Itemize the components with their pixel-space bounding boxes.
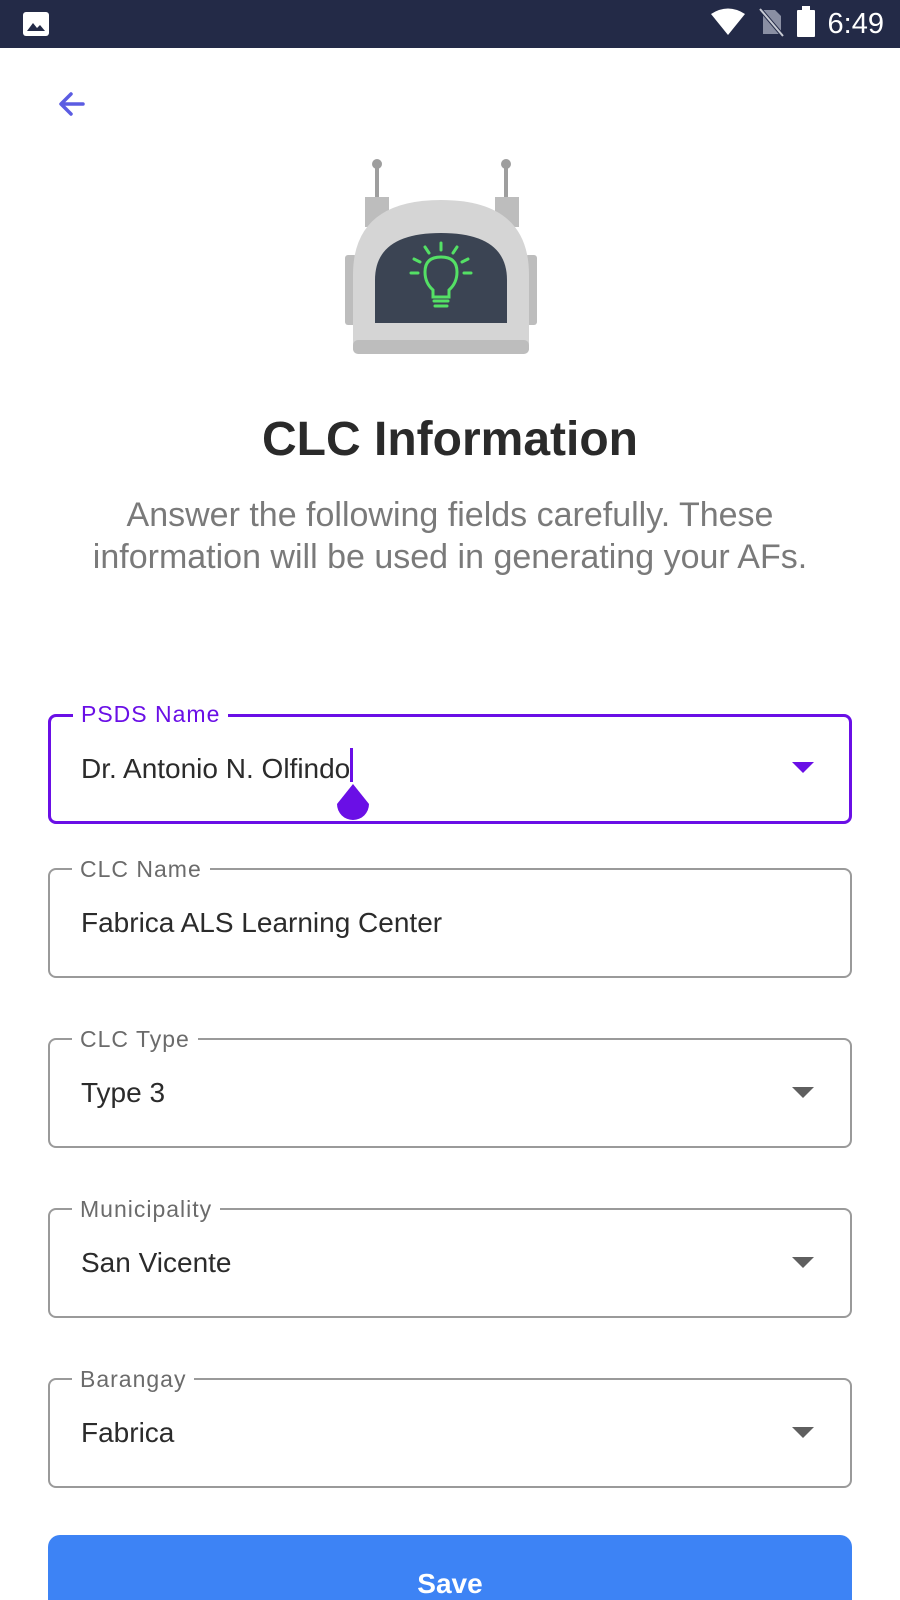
text-cursor-handle-icon[interactable]	[333, 784, 373, 824]
municipality-dropdown[interactable]: Municipality San Vicente	[48, 1197, 852, 1318]
chevron-down-icon[interactable]	[792, 1087, 814, 1098]
clc-name-field[interactable]: CLC Name Fabrica ALS Learning Center	[48, 857, 852, 978]
gallery-icon	[22, 11, 50, 42]
wifi-icon	[710, 7, 746, 42]
psds-name-value: Dr. Antonio N. Olfindo	[81, 753, 351, 784]
clc-type-value: Type 3	[81, 1077, 166, 1108]
save-button[interactable]: Save	[48, 1535, 852, 1600]
back-button[interactable]	[50, 84, 94, 128]
psds-name-dropdown[interactable]: PSDS Name Dr. Antonio N. Olfindo	[48, 702, 852, 824]
robot-lightbulb-icon	[345, 155, 555, 365]
arrow-left-icon	[57, 89, 87, 124]
page-title: CLC Information	[262, 413, 638, 466]
status-bar: 6:49	[0, 0, 900, 48]
municipality-value: San Vicente	[81, 1247, 232, 1278]
clc-type-dropdown[interactable]: CLC Type Type 3	[48, 1027, 852, 1148]
barangay-value: Fabrica	[81, 1417, 175, 1448]
text-cursor	[350, 748, 353, 782]
page-subtitle: Answer the following fields carefully. T…	[92, 496, 808, 576]
clc-name-value: Fabrica ALS Learning Center	[81, 907, 443, 938]
status-time: 6:49	[827, 7, 884, 40]
no-sim-icon	[758, 7, 785, 42]
chevron-down-icon[interactable]	[792, 1257, 814, 1268]
chevron-down-icon[interactable]	[792, 1427, 814, 1438]
battery-icon	[796, 5, 816, 43]
barangay-dropdown[interactable]: Barangay Fabrica	[48, 1367, 852, 1488]
chevron-down-icon[interactable]	[792, 762, 814, 773]
